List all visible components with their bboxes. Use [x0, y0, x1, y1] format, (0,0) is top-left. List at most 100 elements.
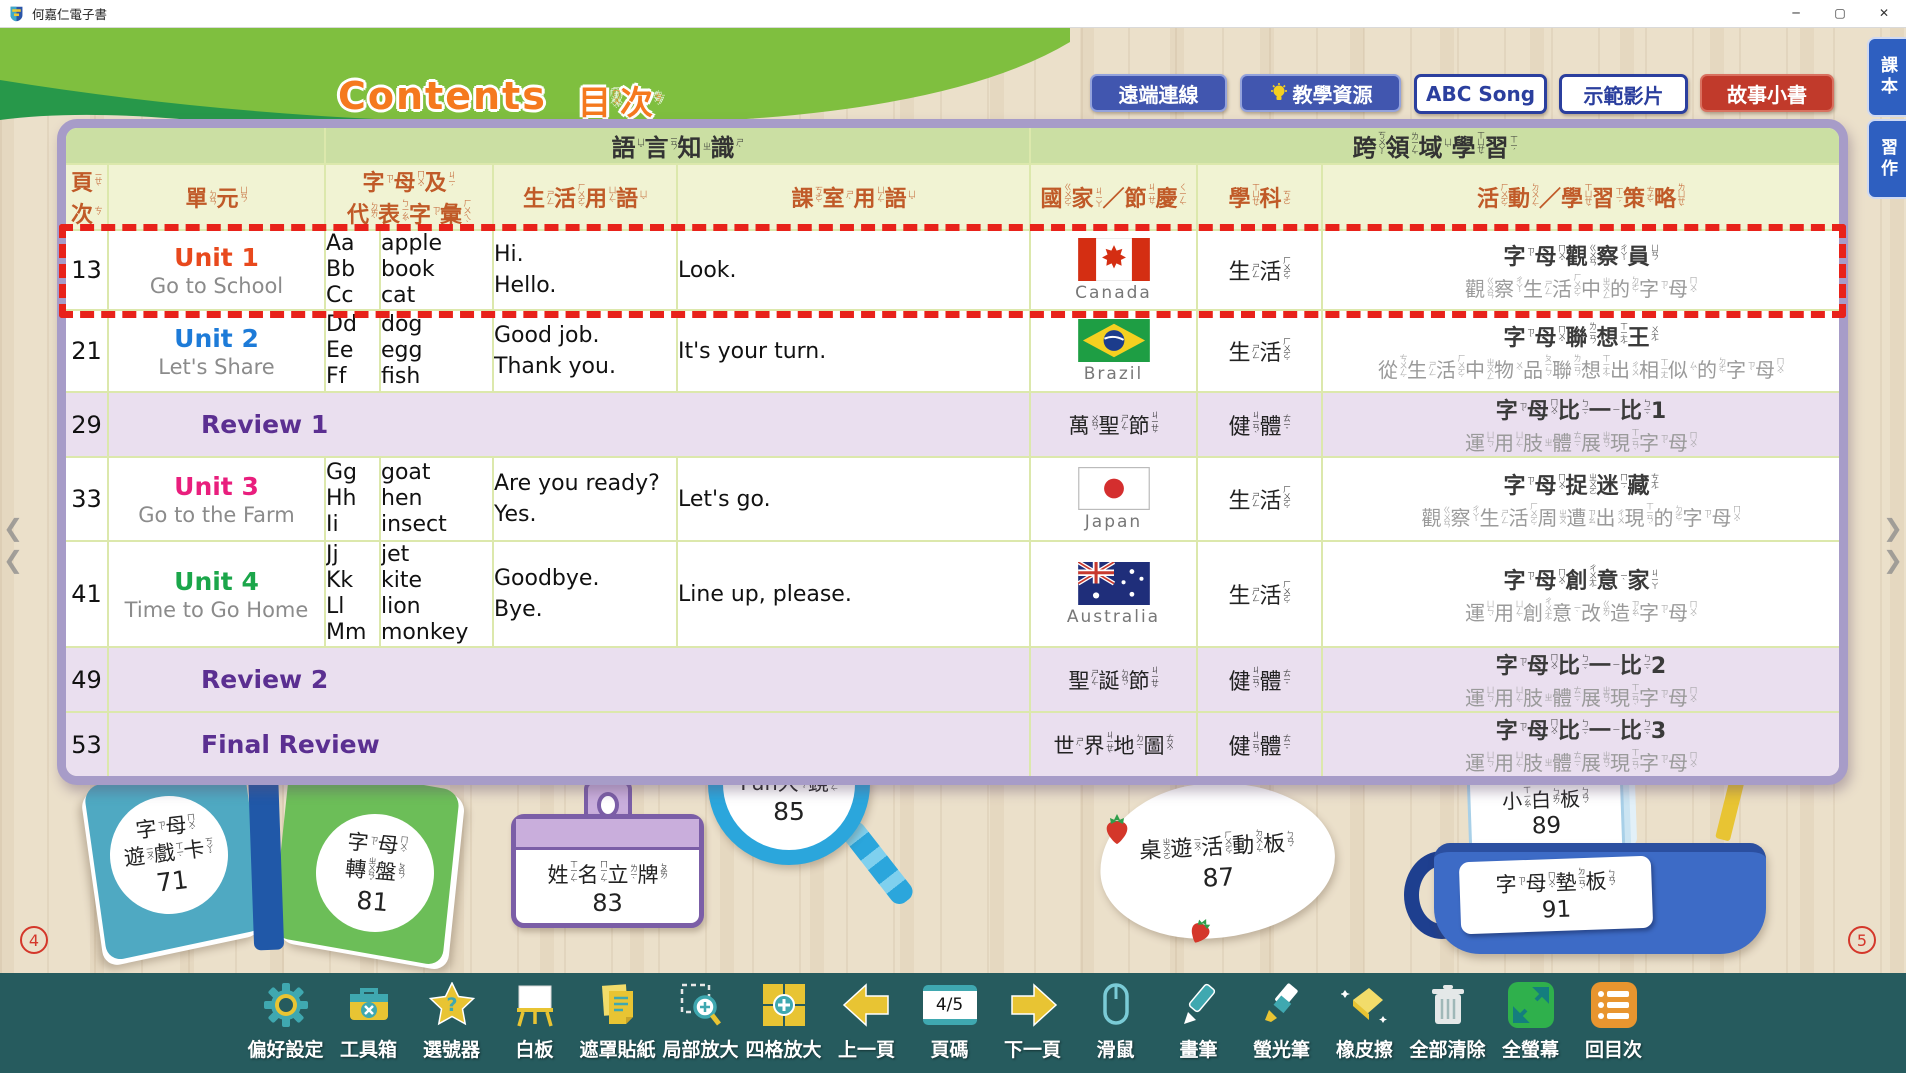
toc-group-cross: 跨ㄎㄨㄚˋ領ㄌㄧㄥˇ域ㄩˋ學ㄒㄩㄝˊ習ㄒㄧˊ [1031, 128, 1839, 165]
toc-cell-classroom-phrases: It's your turn. [678, 311, 1031, 393]
page-back-arrows[interactable]: ❮❮ [3, 516, 23, 572]
remote-connect-button[interactable]: 遠端連線 [1090, 74, 1227, 112]
left-corner-page-number: 4 [20, 926, 48, 954]
toc-cell-unit: Unit 1Go to School [109, 231, 326, 311]
toolbar-whiteboard-label: 白板 [515, 1035, 553, 1062]
toc-cell-review: Review 2 [109, 648, 1031, 713]
backtoc-icon [1590, 977, 1638, 1033]
clearall-icon [1427, 977, 1469, 1033]
fullscreen-icon [1507, 977, 1555, 1033]
toolbar-sticker-label: 遮罩貼紙 [579, 1035, 655, 1062]
game-board-blob: 桌ㄓㄨㄛ遊ㄧㄡˊ活ㄏㄨㄛˊ動ㄉㄨㄥˋ板ㄅㄢˇ 87 [1096, 777, 1339, 944]
toolbar-prevpage-button[interactable]: 上一頁 [825, 973, 908, 1073]
toolbar-zoomgrid-label: 四格放大 [745, 1035, 821, 1062]
col-header-unit: 單ㄉㄢ元ㄩㄢˊ [109, 165, 326, 231]
toc-cell-letters: JjKkLlMm [326, 542, 381, 648]
toc-row-review-1[interactable]: 29Review 1萬ㄨㄢˋ聖ㄕㄥˋ節ㄐㄧㄝˊ健ㄐㄧㄢˋ體ㄊㄧˇ字ㄗˋ母ㄇㄨˇ比… [66, 393, 1839, 458]
teaching-resources-label: 教學資源 [1293, 79, 1373, 108]
toc-row-unit-1[interactable]: 13Unit 1Go to SchoolAaBbCcapplebookcatHi… [66, 231, 1839, 311]
toolbar-eraser-button[interactable]: 橡皮擦 [1323, 973, 1406, 1073]
toc-row-final-review[interactable]: 53Final Review世ㄕˋ界ㄐㄧㄝˋ地ㄉㄧˋ圖ㄊㄨˊ健ㄐㄧㄢˋ體ㄊㄧˇ字… [66, 713, 1839, 776]
tab-workbook[interactable]: 習作 [1867, 119, 1906, 199]
toolbar-backtoc-button[interactable]: 回目次 [1572, 973, 1655, 1073]
page-indicator[interactable]: 4/5 [923, 985, 977, 1025]
toc-cell-country: Australia [1031, 542, 1198, 648]
minimize-button[interactable]: ─ [1774, 0, 1818, 26]
toolbar-toolbox-button[interactable]: 工具箱 [327, 973, 410, 1073]
toc-cell-subject: 生ㄕㄥ活ㄏㄨㄛˊ [1198, 231, 1323, 311]
toolbar-picker-button[interactable]: ?選號器 [410, 973, 493, 1073]
toolbar-zoomgrid-button[interactable]: 四格放大 [742, 973, 825, 1073]
toc-cell-review: Final Review [109, 713, 1031, 776]
page-forward-arrows[interactable]: ❯❯ [1883, 516, 1903, 572]
toc-cell-unit: Unit 2Let's Share [109, 311, 326, 393]
toc-group-language: 語ㄩˇ言ㄧㄢˊ知ㄓ識ㄕˋ [326, 128, 1031, 165]
col-header-page: 頁ㄧㄝˋ次ㄘˋ [66, 165, 109, 231]
deco-game-board[interactable]: 桌ㄓㄨㄛ遊ㄧㄡˊ活ㄏㄨㄛˊ動ㄉㄨㄥˋ板ㄅㄢˇ 87 [1100, 783, 1345, 948]
whiteboard-icon [511, 977, 559, 1033]
name-stand-label: 姓ㄒㄧㄥˋ名ㄇㄧㄥˊ立ㄌㄧˋ牌ㄆㄞˊ [516, 859, 699, 889]
strawberry-icon [1102, 811, 1132, 845]
close-button[interactable]: ✕ [1862, 0, 1906, 26]
toc-cell-words: jetkitelionmonkey [381, 542, 494, 648]
toolbar-sticker-button[interactable]: 遮罩貼紙 [576, 973, 659, 1073]
toolbar-nextpage-label: 下一頁 [1004, 1035, 1061, 1062]
toolbar-fullscreen-button[interactable]: 全螢幕 [1489, 973, 1572, 1073]
toc-cell-page: 13 [66, 231, 109, 311]
maximize-button[interactable]: ▢ [1818, 0, 1862, 26]
toc-cell-country: Japan [1031, 458, 1198, 542]
toc-table-wrap: 語ㄩˇ言ㄧㄢˊ知ㄓ識ㄕˋ跨ㄎㄨㄚˋ領ㄌㄧㄥˇ域ㄩˋ學ㄒㄩㄝˊ習ㄒㄧˊ 頁ㄧㄝˋ次ㄘ… [57, 119, 1848, 785]
toc-cell-subject: 健ㄐㄧㄢˋ體ㄊㄧˇ [1198, 648, 1323, 713]
toc-cell-festival: 萬ㄨㄢˋ聖ㄕㄥˋ節ㄐㄧㄝˊ [1031, 393, 1198, 458]
picker-icon: ? [428, 977, 476, 1033]
app-logo-icon [8, 5, 25, 22]
toc-cell-activity: 字ㄗˋ母ㄇㄨˇ比ㄅㄧˇ一ㄧ比ㄅㄧˇ 1運ㄩㄣˋ用ㄩㄥˋ肢ㄓ體ㄊㄧˇ展ㄓㄢˇ現ㄒㄧ… [1323, 393, 1839, 458]
toolbar-prefs-button[interactable]: 偏好設定 [244, 973, 327, 1073]
toc-row-unit-4[interactable]: 41Unit 4Time to Go HomeJjKkLlMmjetkiteli… [66, 542, 1839, 648]
highlighter-icon [1259, 977, 1305, 1033]
toc-row-review-2[interactable]: 49Review 2聖ㄕㄥˋ誕ㄉㄢˋ節ㄐㄧㄝˊ健ㄐㄧㄢˋ體ㄊㄧˇ字ㄗˋ母ㄇㄨˇ比… [66, 648, 1839, 713]
toolbar-whiteboard-button[interactable]: 白板 [493, 973, 576, 1073]
toolbar-fullscreen-label: 全螢幕 [1502, 1035, 1559, 1062]
letter-spinner-page: 81 [355, 885, 389, 917]
toc-cell-letters: AaBbCc [326, 231, 381, 311]
toolbar-clearall-button[interactable]: 全部清除 [1406, 973, 1489, 1073]
toc-cell-festival: 世ㄕˋ界ㄐㄧㄝˋ地ㄉㄧˋ圖ㄊㄨˊ [1031, 713, 1198, 776]
name-stand-page: 83 [516, 889, 699, 917]
toolbar-mouse-button[interactable]: 滑鼠 [1074, 973, 1157, 1073]
toc-row-unit-2[interactable]: 21Unit 2Let's ShareDdEeFfdogeggfishGood … [66, 311, 1839, 393]
toc-cell-classroom-phrases: Look. [678, 231, 1031, 311]
toolbar-nextpage-button[interactable]: 下一頁 [991, 973, 1074, 1073]
toolbar-pagenum-button[interactable]: 4/5頁碼 [908, 973, 991, 1073]
toolbar-pen-button[interactable]: 畫筆 [1157, 973, 1240, 1073]
toolbar-zoomlocal-button[interactable]: 局部放大 [659, 973, 742, 1073]
toolbar-toolbox-label: 工具箱 [340, 1035, 397, 1062]
deco-name-stand[interactable]: 姓ㄒㄧㄥˋ名ㄇㄧㄥˊ立ㄌㄧˋ牌ㄆㄞˊ 83 [511, 780, 701, 925]
toc-cell-classroom-phrases: Line up, please. [678, 542, 1031, 648]
toc-row-unit-3[interactable]: 33Unit 3Go to the FarmGgHhIigoatheninsec… [66, 458, 1839, 542]
toc-cell-page: 49 [66, 648, 109, 713]
teaching-resources-button[interactable]: 教學資源 [1240, 74, 1401, 112]
demo-video-button[interactable]: 示範影片 [1559, 74, 1688, 114]
flag-australia-icon [1078, 562, 1150, 605]
toc-group-empty [66, 128, 326, 165]
toolbar-highlighter-button[interactable]: 螢光筆 [1240, 973, 1323, 1073]
deco-open-book[interactable]: 字ㄗˋ母ㄇㄨˇ 遊ㄧㄡˊ戲ㄒㄧˋ卡ㄎㄚˇ 71 字ㄗˋ母ㄇㄨˇ 轉ㄓㄨㄢˇ盤ㄆㄢ… [88, 756, 488, 961]
contents-title-zh: 目ㄇㄨˋ次ㄘˋ [578, 76, 662, 124]
abc-song-button[interactable]: ABC Song [1414, 74, 1547, 114]
toc-cell-letters: GgHhIi [326, 458, 381, 542]
story-book-button[interactable]: 故事小書 [1700, 74, 1834, 112]
eraser-icon [1341, 977, 1389, 1033]
toc-cell-activity: 字ㄗˋ母ㄇㄨˇ比ㄅㄧˇ一ㄧ比ㄅㄧˇ 2運ㄩㄣˋ用ㄩㄥˋ肢ㄓ體ㄊㄧˇ展ㄓㄢˇ現ㄒㄧ… [1323, 648, 1839, 713]
toolbar-pen-label: 畫筆 [1179, 1035, 1217, 1062]
toc-cell-subject: 健ㄐㄧㄢˋ體ㄊㄧˇ [1198, 393, 1323, 458]
abc-song-label: ABC Song [1426, 82, 1535, 106]
toc-cell-country: Canada [1031, 231, 1198, 311]
tab-textbook[interactable]: 課本 [1867, 37, 1906, 117]
nextpage-icon [1008, 977, 1058, 1033]
ebook-page: Contents 目ㄇㄨˋ次ㄘˋ 遠端連線 教學資源 ABC Song 示範影片… [0, 28, 1906, 974]
toc-cell-country: Brazil [1031, 311, 1198, 393]
toc-cell-subject: 生ㄕㄥ活ㄏㄨㄛˊ [1198, 311, 1323, 393]
toc-cell-subject: 生ㄕㄥ活ㄏㄨㄛˊ [1198, 458, 1323, 542]
toc-cell-activity: 字ㄗˋ母ㄇㄨˇ聯ㄌㄧㄢˊ想ㄒㄧㄤˇ王ㄨㄤˊ從ㄘㄨㄥˊ生ㄕㄥ活ㄏㄨㄛˊ中ㄓㄨㄥ物ㄨ… [1323, 311, 1839, 393]
